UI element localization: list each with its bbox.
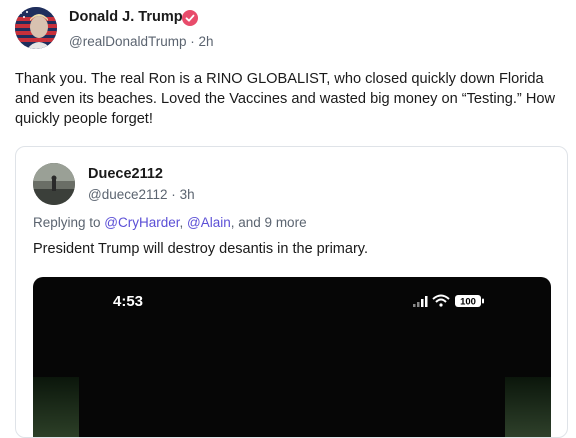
quoted-author-handle[interactable]: @duece2112 (88, 187, 168, 202)
signal-icon (413, 296, 428, 307)
author-handle[interactable]: @realDonaldTrump (69, 34, 187, 49)
quoted-author-name[interactable]: Duece2112 (88, 166, 163, 182)
video-media[interactable]: 4:53 100 (33, 277, 551, 437)
mention-link[interactable]: @CryHarder (104, 215, 179, 230)
quoted-avatar-image (33, 163, 75, 205)
quoted-post-text: President Trump will destroy desantis in… (33, 241, 368, 257)
more-mentions: , and 9 more (230, 215, 307, 230)
battery-icon: 100 (455, 295, 484, 308)
quoted-post-time[interactable]: 3h (180, 187, 195, 202)
battery-level: 100 (460, 297, 476, 308)
post-text: Thank you. The real Ron is a RINO GLOBAL… (15, 71, 556, 127)
post-time[interactable]: 2h (199, 34, 214, 49)
avatar-image (15, 7, 57, 49)
replying-prefix: Replying to (33, 215, 105, 230)
mention-comma: , (179, 215, 188, 230)
mention-link[interactable]: @Alain (187, 215, 231, 230)
wifi-icon (432, 294, 450, 307)
phone-status-icons: 100 (413, 294, 484, 308)
author-avatar[interactable] (15, 7, 57, 49)
meta-separator: · (190, 34, 195, 49)
phone-status-time: 4:53 (113, 293, 144, 310)
quoted-meta-separator: · (171, 187, 176, 202)
video-edge-right (505, 377, 551, 437)
truth-post: Donald J. Trump @realDonaldTrump · 2h Th… (0, 0, 576, 438)
quoted-author-meta: @duece2112 · 3h (88, 187, 195, 202)
quoted-author-avatar[interactable] (33, 163, 75, 205)
verified-badge-icon (182, 10, 198, 26)
author-meta: @realDonaldTrump · 2h (69, 34, 214, 49)
author-name[interactable]: Donald J. Trump (69, 9, 183, 25)
quoted-post[interactable]: Duece2112 @duece2112 · 3h Replying to @C… (15, 146, 568, 438)
video-edge-left (33, 377, 79, 437)
replying-to: Replying to @CryHarder, @Alain, and 9 mo… (33, 215, 307, 230)
